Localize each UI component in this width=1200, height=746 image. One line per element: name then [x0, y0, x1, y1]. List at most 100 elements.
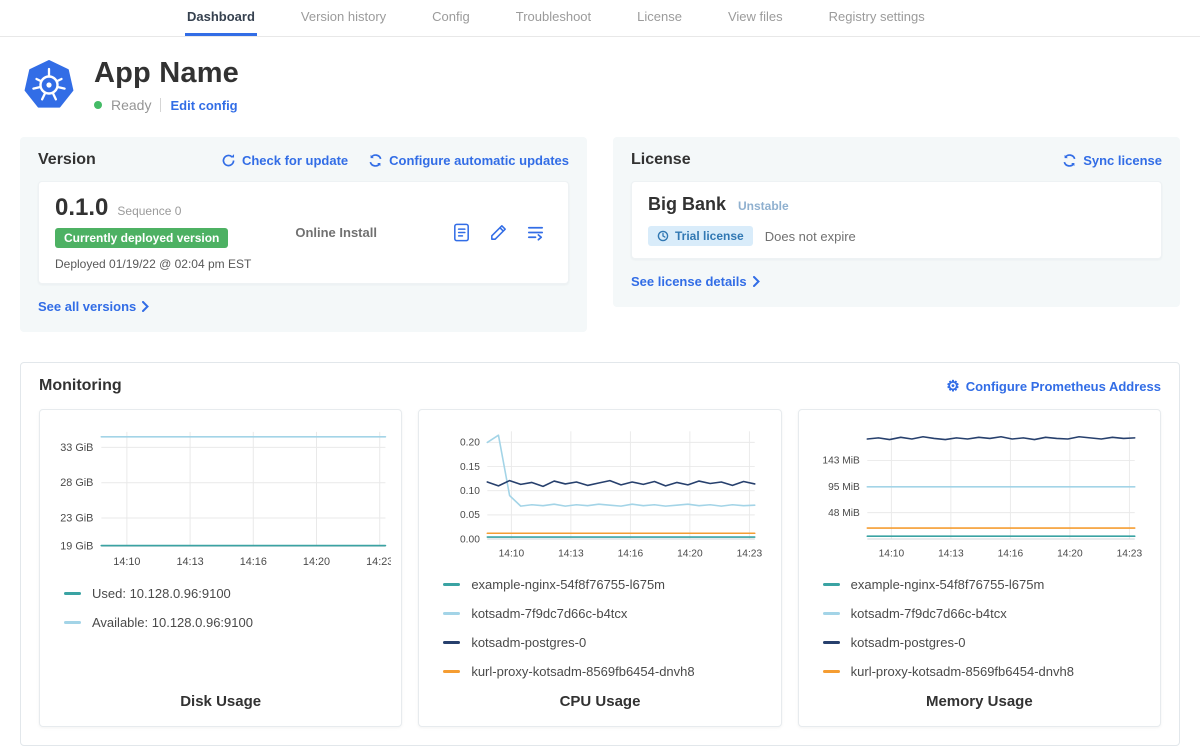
svg-text:14:23: 14:23 [1116, 549, 1142, 560]
tab-registry-settings[interactable]: Registry settings [827, 0, 927, 36]
svg-text:95 MiB: 95 MiB [828, 482, 860, 493]
tab-license[interactable]: License [635, 0, 684, 36]
edit-config-link[interactable]: Edit config [170, 98, 237, 113]
series-swatch [823, 612, 840, 615]
tab-version-history[interactable]: Version history [299, 0, 388, 36]
svg-text:14:23: 14:23 [737, 549, 763, 560]
series-label: kotsadm-postgres-0 [851, 635, 966, 650]
edit-version-icon[interactable] [488, 222, 509, 243]
license-box: Big Bank Unstable Trial license Does not… [631, 181, 1162, 259]
auto-update-icon [368, 153, 383, 168]
configure-prometheus-label: Configure Prometheus Address [966, 379, 1161, 394]
chart-title: CPU Usage [429, 693, 770, 716]
svg-text:0.00: 0.00 [460, 534, 480, 545]
see-license-details-label: See license details [631, 274, 747, 289]
deploy-logs-icon[interactable] [525, 222, 546, 243]
svg-text:143 MiB: 143 MiB [822, 456, 860, 467]
release-notes-icon[interactable] [451, 222, 472, 243]
legend-item: example-nginx-54f8f76755-l675m [823, 577, 1150, 592]
svg-text:28 GiB: 28 GiB [60, 477, 93, 489]
legend-item: kotsadm-7f9dc7d66c-b4tcx [443, 606, 770, 621]
series-label: kotsadm-postgres-0 [471, 635, 586, 650]
svg-text:14:13: 14:13 [177, 556, 204, 568]
ready-status-dot [94, 101, 102, 109]
top-nav: Dashboard Version history Config Trouble… [0, 0, 1200, 37]
series-swatch [443, 670, 460, 673]
series-label: Used: 10.128.0.96:9100 [92, 586, 231, 601]
svg-text:14:10: 14:10 [113, 556, 140, 568]
series-swatch [64, 621, 81, 624]
sequence-label: Sequence 0 [117, 204, 181, 218]
svg-text:33 GiB: 33 GiB [60, 442, 93, 454]
trial-license-label: Trial license [675, 229, 744, 243]
svg-text:19 GiB: 19 GiB [60, 541, 93, 553]
legend-item: Used: 10.128.0.96:9100 [64, 586, 391, 601]
legend-item: kurl-proxy-kotsadm-8569fb6454-dnvh8 [823, 664, 1150, 679]
tab-config[interactable]: Config [430, 0, 472, 36]
svg-text:14:10: 14:10 [878, 549, 904, 560]
tab-dashboard[interactable]: Dashboard [185, 0, 257, 36]
app-header: App Name Ready Edit config [0, 37, 1200, 123]
series-swatch [443, 612, 460, 615]
sync-license-label: Sync license [1083, 153, 1162, 168]
see-all-versions-link[interactable]: See all versions [38, 299, 149, 314]
tab-view-files[interactable]: View files [726, 0, 785, 36]
check-for-update-link[interactable]: Check for update [221, 153, 348, 168]
deployed-timestamp: Deployed 01/19/22 @ 02:04 pm EST [55, 257, 251, 271]
sync-license-link[interactable]: Sync license [1062, 153, 1162, 168]
check-for-update-label: Check for update [242, 153, 348, 168]
series-swatch [443, 583, 460, 586]
legend-item: kotsadm-postgres-0 [443, 635, 770, 650]
svg-text:14:16: 14:16 [240, 556, 267, 568]
disk-usage-panel: 19 GiB23 GiB28 GiB33 GiB14:1014:1314:161… [39, 409, 402, 727]
see-license-details-link[interactable]: See license details [631, 274, 760, 289]
clock-icon [657, 230, 669, 242]
disk-usage-legend: Used: 10.128.0.96:9100 Available: 10.128… [64, 586, 391, 644]
svg-text:14:16: 14:16 [997, 549, 1023, 560]
legend-item: example-nginx-54f8f76755-l675m [443, 577, 770, 592]
version-number: 0.1.0 [55, 194, 108, 222]
svg-text:23 GiB: 23 GiB [60, 512, 93, 524]
series-swatch [823, 583, 840, 586]
monitoring-section: Monitoring ⚙ Configure Prometheus Addres… [20, 362, 1180, 746]
svg-text:0.15: 0.15 [460, 462, 480, 473]
series-swatch [823, 670, 840, 673]
series-swatch [64, 592, 81, 595]
memory-usage-legend: example-nginx-54f8f76755-l675m kotsadm-7… [823, 577, 1150, 693]
series-label: Available: 10.128.0.96:9100 [92, 615, 253, 630]
version-card-title: Version [38, 151, 96, 169]
chart-title: Memory Usage [809, 693, 1150, 716]
svg-text:14:16: 14:16 [618, 549, 644, 560]
configure-automatic-updates-label: Configure automatic updates [389, 153, 569, 168]
svg-text:14:13: 14:13 [558, 549, 584, 560]
cpu-usage-chart: 0.000.050.100.150.2014:1014:1314:1614:20… [429, 422, 770, 565]
svg-text:0.10: 0.10 [460, 486, 480, 497]
monitoring-title: Monitoring [39, 377, 122, 395]
see-all-versions-label: See all versions [38, 299, 136, 314]
cpu-usage-legend: example-nginx-54f8f76755-l675m kotsadm-7… [443, 577, 770, 693]
series-label: kurl-proxy-kotsadm-8569fb6454-dnvh8 [851, 664, 1074, 679]
svg-text:0.20: 0.20 [460, 438, 480, 449]
chart-title: Disk Usage [50, 693, 391, 716]
version-card: Version Check for update Configure autom… [20, 137, 587, 332]
svg-text:0.05: 0.05 [460, 510, 480, 521]
configure-prometheus-link[interactable]: ⚙ Configure Prometheus Address [946, 379, 1161, 394]
series-label: kotsadm-7f9dc7d66c-b4tcx [471, 606, 627, 621]
series-label: example-nginx-54f8f76755-l675m [471, 577, 665, 592]
svg-text:14:20: 14:20 [1057, 549, 1083, 560]
divider [160, 98, 161, 112]
svg-text:14:13: 14:13 [938, 549, 964, 560]
deployed-badge: Currently deployed version [55, 228, 228, 248]
channel-label: Unstable [738, 199, 789, 213]
gear-icon: ⚙ [946, 379, 959, 394]
tab-troubleshoot[interactable]: Troubleshoot [514, 0, 593, 36]
svg-text:14:20: 14:20 [677, 549, 703, 560]
install-type-label: Online Install [295, 225, 407, 240]
configure-automatic-updates-link[interactable]: Configure automatic updates [368, 153, 569, 168]
cpu-usage-panel: 0.000.050.100.150.2014:1014:1314:1614:20… [418, 409, 781, 727]
memory-usage-chart: 48 MiB95 MiB143 MiB14:1014:1314:1614:201… [809, 422, 1150, 565]
refresh-icon [221, 153, 236, 168]
expiration-text: Does not expire [765, 229, 856, 244]
legend-item: kotsadm-postgres-0 [823, 635, 1150, 650]
trial-license-badge: Trial license [648, 226, 753, 246]
